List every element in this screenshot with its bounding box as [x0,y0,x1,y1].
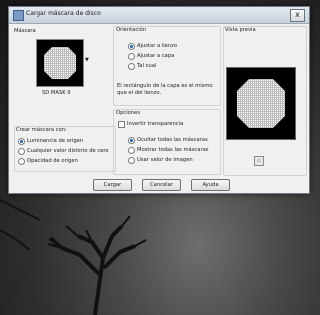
mask-thumbnail[interactable] [36,39,84,87]
radio-ajustar-capa-label: Ajustar a capa [137,53,175,59]
radio-ajustar-lienzo[interactable] [128,43,135,50]
radio-usar-valor[interactable] [128,157,135,164]
window-title: Cargar máscara de disco [26,10,101,17]
options-label: Opciones [116,110,141,116]
ayuda-button[interactable]: Ayuda [191,179,230,191]
preview-mask-shape [237,79,285,128]
radio-mostrar[interactable] [128,147,135,154]
preview-image [226,67,296,140]
close-button[interactable]: x [290,9,305,22]
radio-tal-cual-label: Tal cual [137,63,157,69]
invert-checkbox[interactable] [118,121,125,128]
create-mask-label: Crear máscara con: [16,127,67,133]
mask-name: SD MASK 9 [42,90,71,96]
orientation-label: Orientación [116,27,147,33]
radio-ajustar-lienzo-label: Ajustar a lienzo [137,43,178,49]
radio-mostrar-label: Mostrar todas las máscaras [137,147,209,153]
radio-valor-distinto-label: Cualquier valor distinto de cero [27,148,109,154]
app-icon [13,10,24,21]
radio-valor-distinto[interactable] [18,148,25,155]
radio-tal-cual[interactable] [128,63,135,70]
radio-usar-valor-label: Usar valor de imagen [137,157,193,163]
radio-opacidad[interactable] [18,158,25,165]
radio-ocultar-label: Ocultar todas las máscaras [137,137,208,143]
mask-section-label: Máscara [14,28,36,34]
radio-luminancia-label: Luminancia de origen [27,138,84,144]
radio-ajustar-capa[interactable] [128,53,135,60]
mask-shape-icon [44,47,76,79]
chevron-down-icon[interactable]: ▼ [85,57,89,63]
radio-ocultar[interactable] [128,137,135,144]
preview-label: Vista previa [225,27,256,33]
radio-opacidad-label: Opacidad de origen [27,158,78,164]
titlebar: Cargar máscara de disco x [9,7,309,24]
radio-luminancia[interactable] [18,138,25,145]
orientation-note: El rectángulo de la capa es el mismo que… [117,83,213,96]
cancelar-button[interactable]: Cancelar [142,179,181,191]
invert-label: Invertir transparencia [127,121,184,127]
cargar-button[interactable]: Cargar [93,179,132,191]
preview-toggle-icon[interactable]: ▫ [254,156,264,166]
